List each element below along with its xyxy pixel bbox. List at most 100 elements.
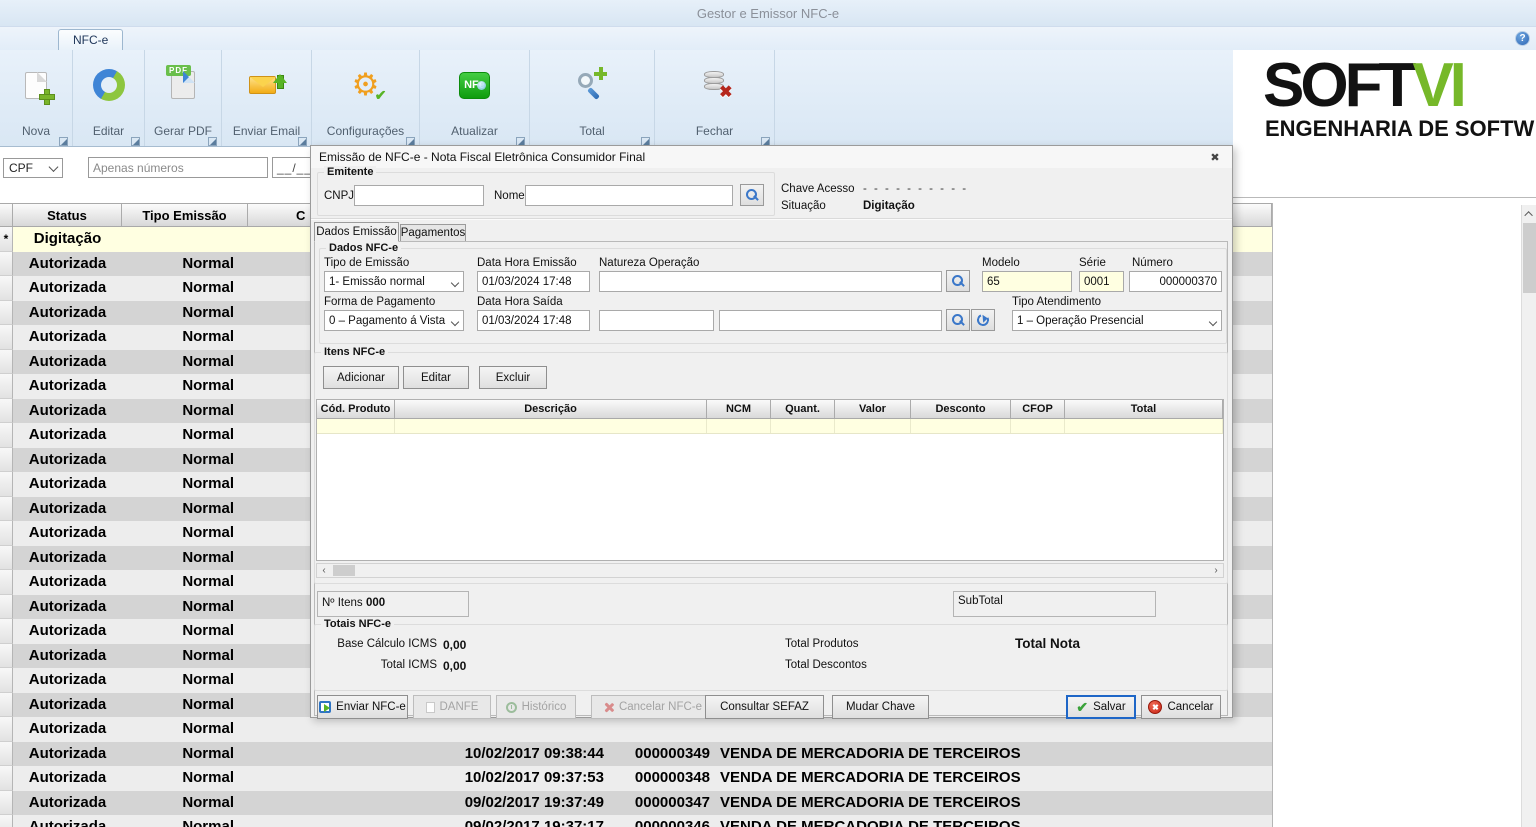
row-selector-cell[interactable] [0, 742, 13, 767]
row-selector-cell[interactable] [0, 448, 13, 473]
scroll-up-icon[interactable] [1523, 205, 1536, 222]
scroll-right-icon[interactable]: › [1209, 565, 1223, 576]
window-titlebar[interactable]: Gestor e Emissor NFC-e [0, 0, 1536, 27]
historico-button[interactable]: Histórico [496, 695, 576, 719]
refresh-button[interactable] [971, 309, 995, 331]
enviar-email-button[interactable]: Enviar Email [222, 50, 312, 146]
danfe-button[interactable]: DANFE [413, 695, 491, 719]
row-selector-cell[interactable] [0, 570, 13, 595]
enviar-nfce-button[interactable]: Enviar NFC-e [317, 695, 408, 719]
row-selector-cell[interactable] [0, 619, 13, 644]
row-selector-cell[interactable] [0, 766, 13, 791]
cnpj-field[interactable] [354, 185, 484, 206]
row-selector-cell[interactable] [0, 668, 13, 693]
dialog-launcher-icon[interactable] [208, 137, 217, 146]
numero-field[interactable]: 000000370 [1129, 271, 1222, 292]
salvar-button[interactable]: ✔ Salvar [1066, 695, 1136, 719]
row-selector-cell[interactable] [0, 595, 13, 620]
data-saida-field[interactable]: 01/03/2024 17:48 [477, 310, 590, 331]
row-selector-cell[interactable] [0, 301, 13, 326]
dialog-launcher-icon[interactable] [298, 137, 307, 146]
scrollbar-thumb[interactable] [333, 565, 355, 576]
item-grid-column-header[interactable]: Quant. [771, 400, 835, 418]
row-selector-cell[interactable] [0, 472, 13, 497]
item-grid-column-header[interactable]: Valor [835, 400, 911, 418]
row-selector-cell[interactable] [0, 717, 13, 742]
aux-field-1[interactable] [599, 310, 714, 331]
row-selector-cell[interactable] [0, 815, 13, 827]
atualizar-button[interactable]: NFe Atualizar [420, 50, 530, 146]
tab-nfce[interactable]: NFC-e [58, 29, 123, 50]
cancelar-nfce-button[interactable]: Cancelar NFC-e [591, 695, 714, 719]
consultar-sefaz-button[interactable]: Consultar SEFAZ [705, 695, 824, 719]
close-icon[interactable]: ✖ [1206, 149, 1224, 165]
excluir-button[interactable]: Excluir [479, 366, 547, 389]
row-selector-cell[interactable] [0, 521, 13, 546]
fechar-button[interactable]: ✖ Fechar [655, 50, 775, 146]
row-selector-cell[interactable] [0, 693, 13, 718]
aux-search-button[interactable] [946, 309, 970, 331]
dialog-titlebar[interactable]: Emissão de NFC-e - Nota Fiscal Eletrônic… [311, 146, 1232, 168]
cell-status: Autorizada [13, 570, 122, 595]
tab-dados-emissao[interactable]: Dados Emissão [314, 222, 399, 242]
data-emissao-field[interactable]: 01/03/2024 17:48 [477, 271, 590, 292]
scroll-left-icon[interactable]: ‹ [317, 565, 331, 576]
mudar-chave-button[interactable]: Mudar Chave [832, 695, 929, 719]
document-type-select[interactable]: CPF [3, 158, 63, 178]
cancelar-button[interactable]: ✖ Cancelar [1141, 695, 1221, 719]
table-row[interactable]: Autorizada Normal [0, 717, 1272, 742]
item-grid-column-header[interactable]: NCM [707, 400, 771, 418]
row-selector-cell[interactable] [0, 325, 13, 350]
serie-field[interactable]: 0001 [1079, 271, 1124, 292]
configuracoes-button[interactable]: ⚙ ✔ Configurações [312, 50, 420, 146]
item-grid-column-header[interactable]: Descrição [395, 400, 707, 418]
natureza-field[interactable] [599, 271, 942, 292]
item-grid-column-header[interactable]: Cód. Produto [317, 400, 395, 418]
dialog-launcher-icon[interactable] [59, 137, 68, 146]
nome-field[interactable] [525, 185, 733, 206]
dialog-launcher-icon[interactable] [131, 137, 140, 146]
item-grid-column-header[interactable]: CFOP [1011, 400, 1065, 418]
row-selector-cell[interactable] [0, 423, 13, 448]
search-input[interactable] [88, 157, 268, 178]
row-selector-cell[interactable] [0, 374, 13, 399]
tipo-atendimento-select[interactable]: 1 – Operação Presencial [1012, 310, 1222, 331]
nova-button[interactable]: Nova [0, 50, 73, 146]
editar-item-button[interactable]: Editar [403, 366, 469, 389]
cell-tipo-emissao [122, 227, 248, 252]
forma-pagamento-select[interactable]: 0 – Pagamento á Vista [324, 310, 464, 331]
adicionar-button[interactable]: Adicionar [323, 366, 399, 389]
modelo-field[interactable]: 65 [982, 271, 1072, 292]
row-selector-cell[interactable]: * [0, 227, 13, 252]
header-tipo-emissao[interactable]: Tipo Emissão [122, 204, 248, 226]
tab-pagamentos[interactable]: Pagamentos [400, 224, 466, 242]
table-row[interactable]: Autorizada Normal 09/02/2017 19:37:49 00… [0, 791, 1272, 816]
item-grid-column-header[interactable]: Desconto [911, 400, 1011, 418]
row-selector-cell[interactable] [0, 546, 13, 571]
emitente-search-button[interactable] [740, 184, 764, 206]
vertical-scrollbar[interactable] [1521, 205, 1536, 827]
total-button[interactable]: Total [530, 50, 655, 146]
editar-button[interactable]: Editar [73, 50, 145, 146]
row-selector-cell[interactable] [0, 644, 13, 669]
table-row[interactable]: Autorizada Normal 10/02/2017 09:37:53 00… [0, 766, 1272, 791]
natureza-search-button[interactable] [946, 270, 970, 292]
grid-corner-cell[interactable] [0, 204, 13, 226]
row-selector-cell[interactable] [0, 497, 13, 522]
table-row[interactable]: Autorizada Normal 10/02/2017 09:38:44 00… [0, 742, 1272, 767]
tipo-emissao-select[interactable]: 1- Emissão normal [324, 271, 464, 292]
row-selector-cell[interactable] [0, 350, 13, 375]
row-selector-cell[interactable] [0, 276, 13, 301]
row-selector-cell[interactable] [0, 791, 13, 816]
header-status[interactable]: Status [13, 204, 122, 226]
table-row[interactable]: Autorizada Normal 09/02/2017 19:37:17 00… [0, 815, 1272, 827]
aux-field-2[interactable] [719, 310, 942, 331]
help-icon[interactable]: ? [1515, 31, 1530, 46]
items-grid-new-row[interactable] [317, 419, 1223, 434]
gerar-pdf-button[interactable]: PDF Gerar PDF [145, 50, 222, 146]
horizontal-scrollbar[interactable]: ‹ › [316, 563, 1224, 578]
item-grid-column-header[interactable]: Total [1065, 400, 1223, 418]
row-selector-cell[interactable] [0, 252, 13, 277]
row-selector-cell[interactable] [0, 399, 13, 424]
scrollbar-thumb[interactable] [1523, 223, 1536, 293]
